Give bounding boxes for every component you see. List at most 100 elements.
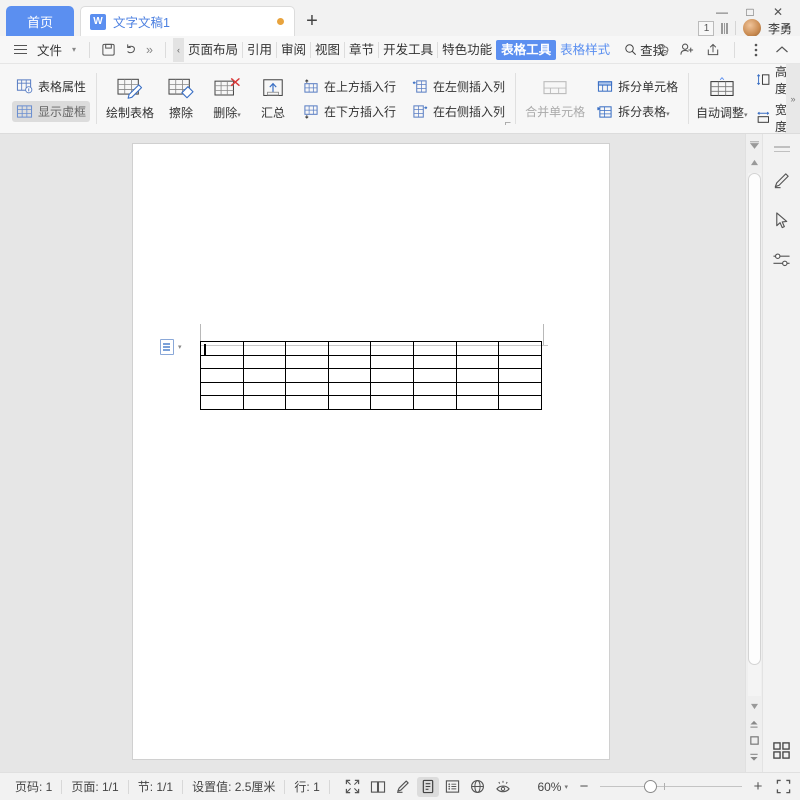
save-icon[interactable] [97, 42, 119, 57]
table-cell[interactable] [200, 381, 244, 396]
notification-badge[interactable]: 1 [698, 20, 715, 36]
table-cell[interactable] [412, 354, 457, 369]
table-cell[interactable] [327, 341, 372, 356]
tab-page-layout[interactable]: 页面布局 [184, 41, 243, 58]
table-cell[interactable] [200, 368, 244, 383]
zoom-level-button[interactable]: 60% ▾ [537, 780, 568, 794]
insert-column-left-button[interactable]: 在左侧插入列 [408, 76, 509, 97]
table-cell[interactable] [285, 341, 329, 356]
panel-bars-icon[interactable] [721, 22, 728, 34]
menu-lines-icon[interactable] [773, 146, 790, 152]
tab-table-styles[interactable]: 表格样式 [556, 42, 614, 58]
tab-developer-tools[interactable]: 开发工具 [379, 41, 439, 58]
erase-button[interactable]: 擦除 [158, 75, 204, 123]
table-cell[interactable] [242, 368, 287, 383]
table-row[interactable] [200, 368, 542, 383]
table-cell[interactable] [412, 341, 457, 356]
insert-row-below-button[interactable]: 在下方插入行 [299, 101, 400, 122]
fit-page-icon[interactable] [774, 778, 792, 796]
more-options-icon[interactable] [744, 39, 768, 61]
table-cell[interactable] [327, 381, 372, 396]
tab-chapter[interactable]: 章节 [345, 41, 380, 58]
table-properties-button[interactable]: 表格属性 [12, 76, 90, 97]
file-menu-button[interactable]: 文件 ▾ [8, 40, 82, 59]
table-cell[interactable] [455, 395, 500, 410]
scroll-down-button[interactable] [746, 698, 763, 715]
zoom-slider[interactable] [600, 780, 742, 794]
table-cell[interactable] [327, 395, 372, 410]
table-cell[interactable] [412, 395, 457, 410]
apps-grid-icon[interactable] [769, 738, 795, 762]
dialog-launcher[interactable]: ⌐ [505, 118, 511, 129]
cursor-select-icon[interactable] [769, 208, 795, 232]
next-object-button[interactable] [746, 749, 763, 766]
more-commands-icon[interactable]: » [141, 43, 158, 57]
table-cell[interactable] [285, 395, 329, 410]
select-browse-object-button[interactable] [746, 732, 763, 749]
table-cell[interactable] [242, 395, 287, 410]
table-row[interactable] [200, 395, 542, 410]
share-icon[interactable] [701, 39, 725, 61]
table-row[interactable] [200, 354, 542, 369]
scrollbar-thumb[interactable] [747, 173, 761, 665]
table-cell[interactable] [370, 368, 414, 383]
cloud-sync-icon[interactable] [649, 39, 673, 61]
table-row[interactable] [200, 341, 542, 356]
ribbon-overflow-button[interactable]: » [786, 64, 800, 133]
document-table-wrapper[interactable] [200, 341, 542, 410]
table-cell[interactable] [455, 354, 500, 369]
document-table[interactable] [200, 341, 542, 410]
table-cell[interactable] [200, 341, 244, 356]
zoom-out-button[interactable]: − [576, 778, 592, 795]
autofit-button[interactable]: 自动调整▾ [694, 75, 749, 123]
table-cell[interactable] [370, 354, 414, 369]
table-cell[interactable] [498, 341, 542, 356]
insert-row-above-button[interactable]: 在上方插入行 [299, 76, 400, 97]
add-user-icon[interactable] [675, 39, 699, 61]
table-cell[interactable] [242, 341, 287, 356]
outline-view-icon[interactable] [442, 777, 464, 797]
table-cell[interactable] [285, 381, 329, 396]
show-gridlines-button[interactable]: 显示虚框 [12, 100, 91, 122]
tab-home[interactable]: 首页 [6, 6, 74, 36]
fullscreen-icon[interactable] [342, 777, 364, 797]
web-view-icon[interactable] [467, 777, 489, 797]
previous-page-icon[interactable] [749, 134, 760, 154]
eye-protect-icon[interactable] [492, 777, 514, 797]
tab-view[interactable]: 视图 [311, 41, 346, 58]
summary-button[interactable]: 汇总 [250, 75, 296, 123]
table-row[interactable] [200, 381, 542, 396]
undo-icon[interactable] [119, 42, 141, 57]
page-view-icon[interactable] [416, 776, 439, 797]
table-cell[interactable] [200, 395, 244, 410]
status-setting-value[interactable]: 设置值: 2.5厘米 [183, 778, 284, 795]
status-page-count[interactable]: 页面: 1/1 [62, 778, 127, 795]
table-cell[interactable] [455, 368, 500, 383]
status-section[interactable]: 节: 1/1 [129, 778, 182, 795]
table-cell[interactable] [412, 368, 457, 383]
table-cell[interactable] [498, 354, 542, 369]
table-cell[interactable] [327, 354, 372, 369]
draw-table-button[interactable]: 绘制表格 [102, 75, 158, 123]
table-cell[interactable] [370, 381, 414, 396]
split-table-button[interactable]: 拆分表格▾ [593, 101, 682, 122]
settings-sliders-icon[interactable] [769, 248, 795, 272]
table-cell[interactable] [498, 368, 542, 383]
status-row[interactable]: 行: 1 [285, 778, 328, 795]
table-cell[interactable] [242, 381, 287, 396]
edit-pen-icon[interactable] [392, 777, 414, 797]
document-canvas[interactable]: ▾ [0, 134, 745, 772]
delete-button[interactable]: 删除▾ [204, 75, 250, 123]
table-cell[interactable] [455, 381, 500, 396]
tab-references[interactable]: 引用 [243, 41, 278, 58]
user-name[interactable]: 李勇 [768, 20, 792, 37]
zoom-in-button[interactable]: + [750, 778, 766, 795]
table-cell[interactable] [455, 341, 500, 356]
zoom-slider-knob[interactable] [644, 780, 657, 793]
table-cell[interactable] [285, 368, 329, 383]
insert-column-right-button[interactable]: 在右侧插入列 [408, 101, 509, 122]
document-page[interactable] [133, 144, 609, 759]
tab-document[interactable]: W 文字文稿1 [80, 6, 295, 36]
menu-scroll-left-button[interactable]: ‹ [172, 37, 184, 62]
collapse-ribbon-icon[interactable] [770, 39, 794, 61]
